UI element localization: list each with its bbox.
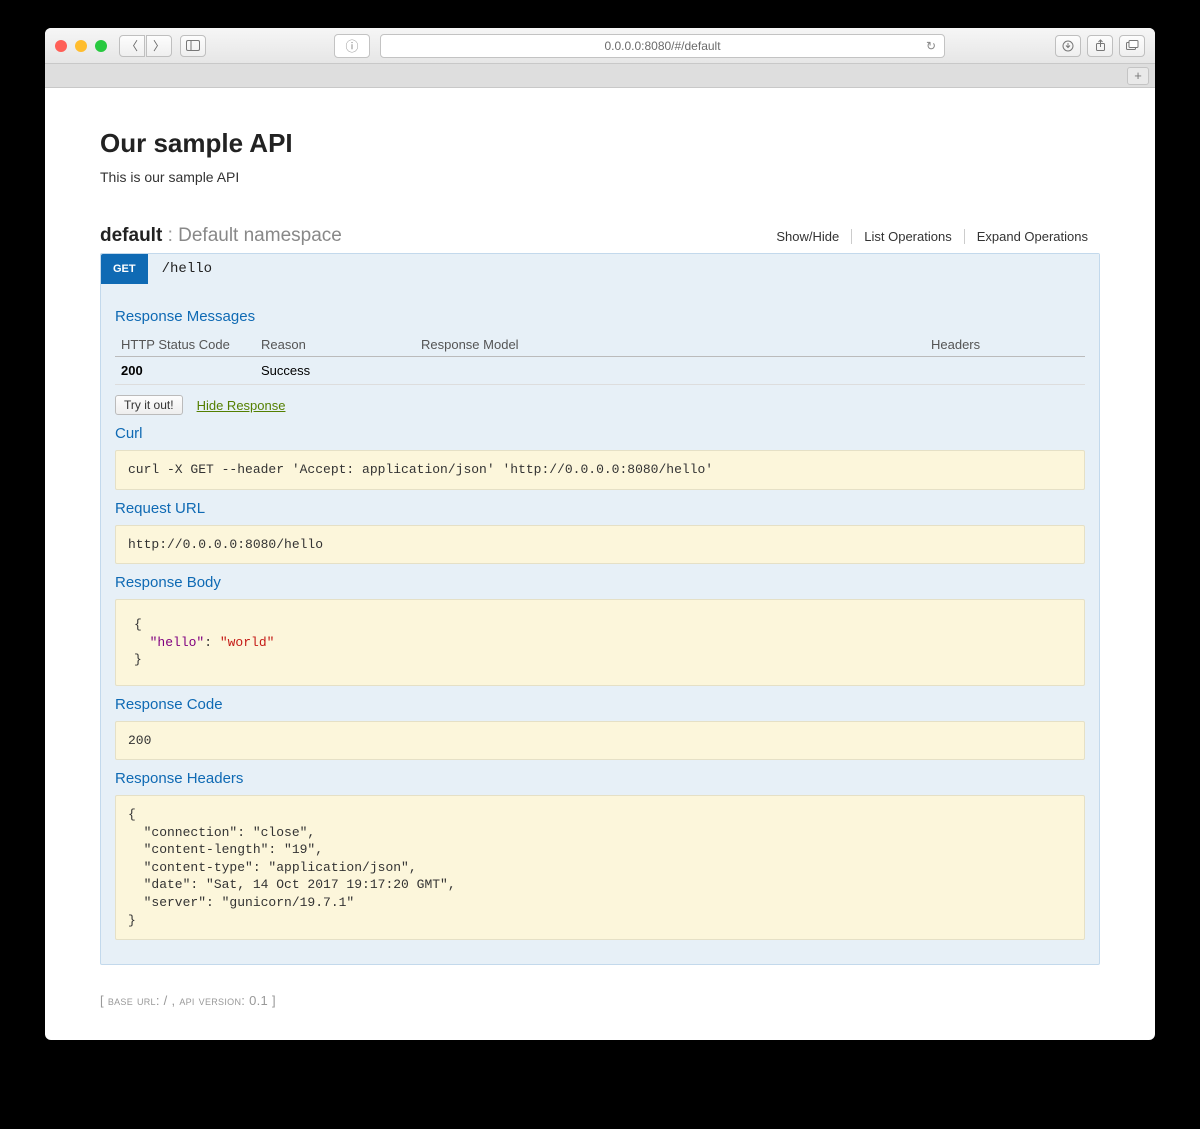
- curl-heading: Curl: [115, 425, 1085, 442]
- nav-buttons: 〈 〉: [119, 35, 172, 57]
- col-reason: Reason: [255, 333, 415, 357]
- back-button[interactable]: 〈: [119, 35, 145, 57]
- operation-path: /hello: [148, 261, 212, 277]
- operation-header[interactable]: GET /hello: [101, 254, 1099, 284]
- show-hide-link[interactable]: Show/Hide: [764, 229, 852, 244]
- table-row: 200 Success: [115, 357, 1085, 385]
- method-badge: GET: [101, 254, 148, 284]
- response-headers-box: { "connection": "close", "content-length…: [115, 795, 1085, 940]
- browser-window: 〈 〉 ⓘ 0.0.0.0:8080/#/default ↻ + Ou: [45, 28, 1155, 1040]
- maximize-icon[interactable]: [95, 40, 107, 52]
- list-operations-link[interactable]: List Operations: [852, 229, 964, 244]
- url-text: 0.0.0.0:8080/#/default: [604, 39, 720, 53]
- curl-box: curl -X GET --header 'Accept: applicatio…: [115, 450, 1085, 490]
- request-url-box: http://0.0.0.0:8080/hello: [115, 525, 1085, 565]
- forward-button[interactable]: 〉: [146, 35, 172, 57]
- col-headers: Headers: [925, 333, 1085, 357]
- namespace-header: default : Default namespace Show/Hide Li…: [100, 225, 1100, 247]
- expand-operations-link[interactable]: Expand Operations: [965, 229, 1100, 244]
- response-messages-table: HTTP Status Code Reason Response Model H…: [115, 333, 1085, 385]
- api-title: Our sample API: [100, 128, 1100, 159]
- footer-info: [ base url: / , api version: 0.1 ]: [100, 993, 1100, 1008]
- operation-block: GET /hello Response Messages HTTP Status…: [100, 253, 1100, 965]
- col-status: HTTP Status Code: [115, 333, 255, 357]
- page-content: Our sample API This is our sample API de…: [45, 88, 1155, 1040]
- request-url-heading: Request URL: [115, 500, 1085, 517]
- reload-icon[interactable]: ↻: [926, 39, 936, 53]
- namespace-name[interactable]: default: [100, 225, 162, 246]
- new-tab-button[interactable]: +: [1127, 67, 1149, 85]
- namespace-actions: Show/Hide List Operations Expand Operati…: [764, 229, 1100, 244]
- response-messages-heading: Response Messages: [115, 308, 1085, 325]
- titlebar: 〈 〉 ⓘ 0.0.0.0:8080/#/default ↻: [45, 28, 1155, 64]
- downloads-button[interactable]: [1055, 35, 1081, 57]
- try-it-out-button[interactable]: Try it out!: [115, 395, 183, 415]
- tabs-strip: +: [45, 64, 1155, 88]
- site-info-button[interactable]: ⓘ: [334, 34, 370, 58]
- hide-response-link[interactable]: Hide Response: [197, 398, 286, 413]
- cell-reason: Success: [255, 357, 415, 385]
- sidebar-toggle-button[interactable]: [180, 35, 206, 57]
- cell-status: 200: [115, 357, 255, 385]
- response-body-heading: Response Body: [115, 574, 1085, 591]
- tabs-button[interactable]: [1119, 35, 1145, 57]
- namespace-desc: Default namespace: [178, 225, 342, 246]
- response-code-heading: Response Code: [115, 696, 1085, 713]
- operation-body: Response Messages HTTP Status Code Reaso…: [101, 284, 1099, 964]
- url-bar[interactable]: 0.0.0.0:8080/#/default ↻: [380, 34, 945, 58]
- col-model: Response Model: [415, 333, 925, 357]
- api-description: This is our sample API: [100, 169, 1100, 185]
- toolbar-right: [1055, 35, 1145, 57]
- close-icon[interactable]: [55, 40, 67, 52]
- minimize-icon[interactable]: [75, 40, 87, 52]
- response-code-box: 200: [115, 721, 1085, 761]
- window-controls: [55, 40, 107, 52]
- share-button[interactable]: [1087, 35, 1113, 57]
- response-body-box: { "hello": "world" }: [115, 599, 1085, 686]
- response-headers-heading: Response Headers: [115, 770, 1085, 787]
